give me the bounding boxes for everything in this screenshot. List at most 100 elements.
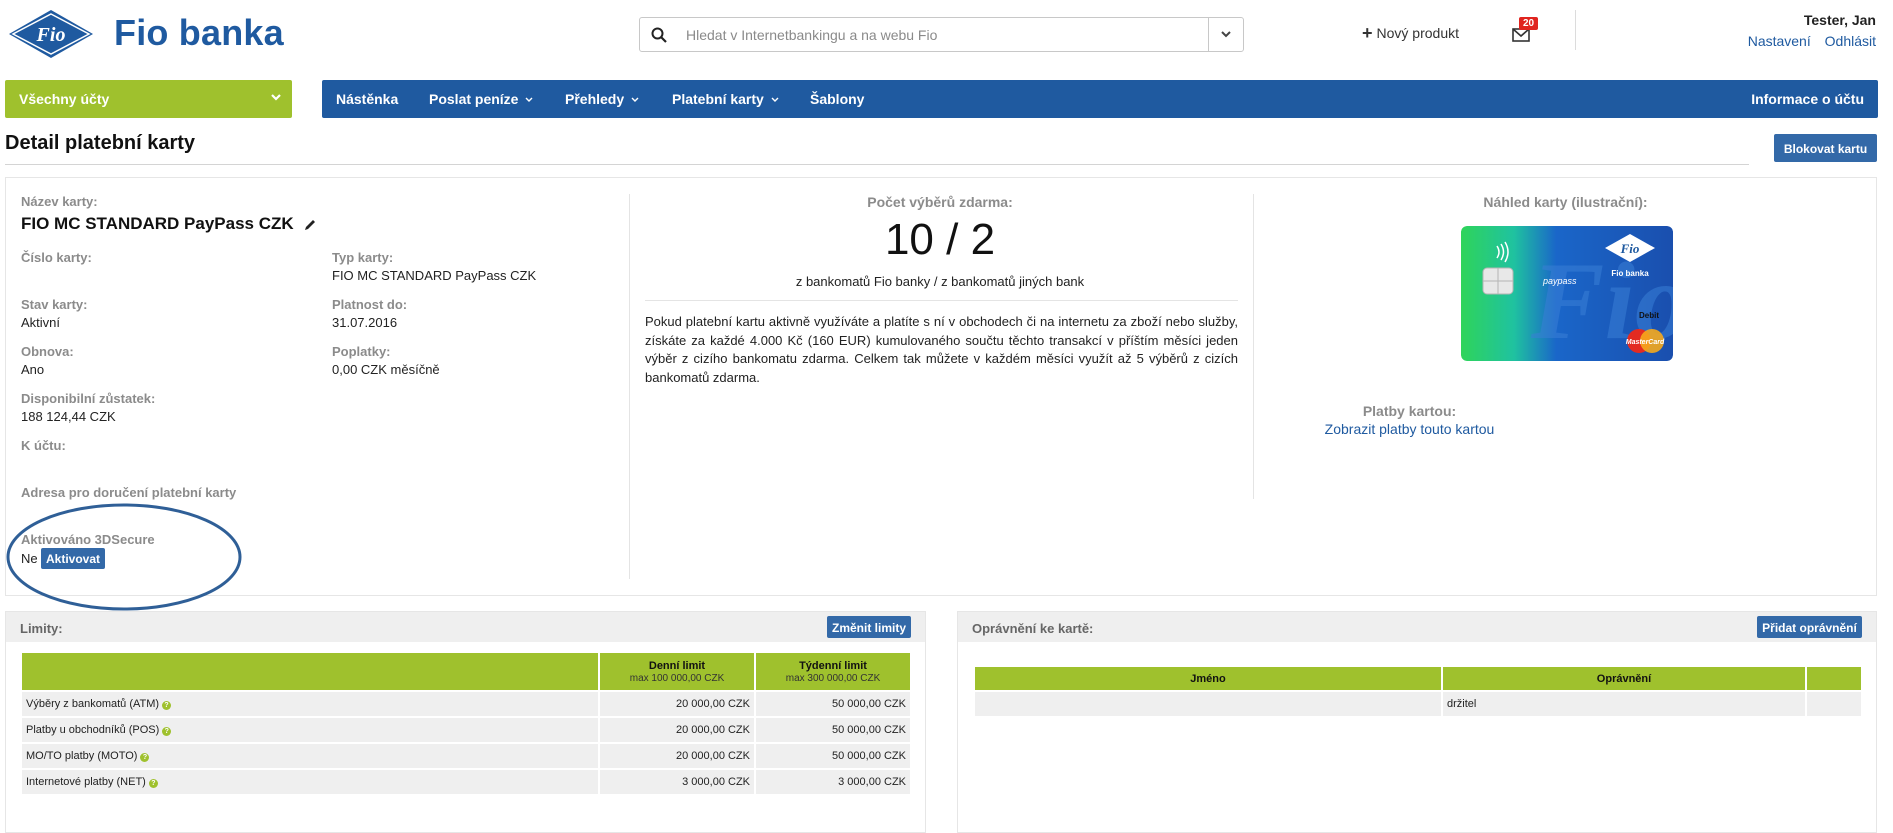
permissions-title: Oprávnění ke kartě: <box>972 621 1094 636</box>
highlight-oval <box>6 503 242 611</box>
search-box[interactable] <box>639 17 1244 52</box>
daily-limit-header: Denní limit max 100 000,00 CZK <box>600 653 754 690</box>
accounts-selector[interactable]: Všechny účty <box>5 80 292 118</box>
balance-label: Disponibilní zůstatek: <box>21 391 156 406</box>
weekly-limit-value: 50 000,00 CZK <box>756 692 910 716</box>
card-preview-image: Fio Fio Fio banka paypass Debit MasterCa… <box>1461 226 1673 361</box>
free-withdrawals-sub: z bankomatů Fio banky / z bankomatů jiný… <box>795 274 1085 289</box>
column-divider <box>1253 194 1254 499</box>
renewal-label: Obnova: <box>21 344 74 359</box>
permission-name-cell <box>975 692 1441 716</box>
fio-logo[interactable]: Fio <box>5 8 97 60</box>
table-header-empty <box>22 653 598 690</box>
new-product-label: Nový produkt <box>1376 25 1459 41</box>
help-icon[interactable]: ? <box>148 779 158 788</box>
change-limits-button[interactable]: Změnit limity <box>827 616 911 638</box>
weekly-limit-value: 3 000,00 CZK <box>756 770 910 794</box>
accounts-selector-label: Všechny účty <box>19 91 110 107</box>
settings-link[interactable]: Nastavení <box>1748 33 1811 49</box>
permissions-box: Oprávnění ke kartě: <box>957 611 1877 833</box>
delivery-address-label: Adresa pro doručení platební karty <box>21 485 237 500</box>
nav-item-account-info[interactable]: Informace o účtu <box>1751 91 1864 107</box>
fees-value: 0,00 CZK měsíčně <box>332 362 440 377</box>
card-name-label: Název karty: <box>21 194 98 209</box>
notification-badge: 20 <box>1519 17 1539 30</box>
page-title: Detail platební karty <box>5 132 196 154</box>
svg-text:Fio: Fio <box>1620 241 1640 256</box>
card-state-label: Stav karty: <box>21 297 88 312</box>
daily-limit-value: 20 000,00 CZK <box>600 692 754 716</box>
table-row: Výběry z bankomatů (ATM)? 20 000,00 CZK … <box>22 692 910 716</box>
logo-text: Fio <box>36 24 66 46</box>
daily-limit-value: 3 000,00 CZK <box>600 770 754 794</box>
card-type-label: Typ karty: <box>332 250 394 265</box>
plus-icon: + <box>1362 23 1373 43</box>
permissions-header <box>958 612 1876 642</box>
envelope-icon <box>1512 28 1530 42</box>
nav-item-label: Poslat peníze <box>429 91 519 107</box>
limits-title: Limity: <box>20 621 63 636</box>
nav-item-overviews[interactable]: Přehledy <box>565 91 639 107</box>
renewal-value: Ano <box>21 362 45 377</box>
table-row: Internetové platby (NET)? 3 000,00 CZK 3… <box>22 770 910 794</box>
nav-item-label: Informace o účtu <box>1751 91 1864 107</box>
card-payments-link[interactable]: Zobrazit platby touto kartou <box>1254 421 1565 437</box>
withdrawals-description: Pokud platební kartu aktivně využíváte a… <box>645 314 1238 385</box>
permission-role-cell: držitel <box>1443 692 1805 716</box>
weekly-limit-value: 50 000,00 CZK <box>756 718 910 742</box>
nav-item-label: Nástěnka <box>336 91 399 107</box>
block-card-button[interactable]: Blokovat kartu <box>1774 134 1877 162</box>
title-divider <box>5 164 1749 165</box>
edit-pencil-icon[interactable] <box>304 218 317 231</box>
card-type-value: FIO MC STANDARD PayPass CZK <box>332 268 537 283</box>
nav-item-dashboard[interactable]: Nástěnka <box>336 91 398 107</box>
search-icon <box>651 27 667 43</box>
nav-item-label: Šablony <box>810 91 865 107</box>
card-name-value: FIO MC STANDARD PayPass CZK <box>21 214 294 233</box>
nav-item-label: Platební karty <box>672 91 764 107</box>
permission-column-header: Oprávnění <box>1443 667 1805 690</box>
user-links: Nastavení Odhlásit <box>1738 33 1876 49</box>
limits-header <box>6 612 925 642</box>
nav-item-payment-cards[interactable]: Platební karty <box>672 91 779 107</box>
help-icon[interactable]: ? <box>140 753 150 762</box>
new-product-link[interactable]: + Nový produkt <box>1362 23 1459 43</box>
name-column-header: Jméno <box>975 667 1441 690</box>
help-icon[interactable]: ? <box>162 727 172 736</box>
fees-label: Poplatky: <box>332 344 391 359</box>
table-row: držitel <box>975 692 1861 716</box>
table-header-row: Denní limit max 100 000,00 CZK Týdenní l… <box>22 653 910 690</box>
table-row: MO/TO platby (MOTO)? 20 000,00 CZK 50 00… <box>22 744 910 768</box>
limits-table: Denní limit max 100 000,00 CZK Týdenní l… <box>20 651 912 796</box>
nav-item-send-money[interactable]: Poslat peníze <box>429 91 533 107</box>
messages-button[interactable]: 20 <box>1512 17 1539 42</box>
add-permission-button[interactable]: Přidat oprávnění <box>1757 616 1862 638</box>
weekly-limit-value: 50 000,00 CZK <box>756 744 910 768</box>
table-row: Platby u obchodníků (POS)? 20 000,00 CZK… <box>22 718 910 742</box>
chevron-down-icon <box>1221 31 1231 38</box>
user-name: Tester, Jan <box>1803 12 1876 28</box>
card-name: FIO MC STANDARD PayPass CZK <box>21 214 317 234</box>
linked-account-label: K účtu: <box>21 438 66 453</box>
help-icon[interactable]: ? <box>162 701 172 710</box>
chevron-down-icon <box>525 97 533 102</box>
chevron-down-icon <box>631 97 639 102</box>
card-number-label: Číslo karty: <box>21 250 92 265</box>
card-payments-label: Platby kartou: <box>1362 403 1457 419</box>
limit-row-label: MO/TO platby (MOTO) <box>26 750 138 762</box>
search-input[interactable] <box>686 24 1186 46</box>
svg-text:Debit: Debit <box>1639 311 1659 320</box>
actions-column-header <box>1807 667 1861 690</box>
logout-link[interactable]: Odhlásit <box>1825 33 1876 49</box>
table-header-row: Jméno Oprávnění <box>975 667 1861 690</box>
main-navigation: Nástěnka Poslat peníze Přehledy Platební… <box>322 80 1878 118</box>
section-divider <box>645 300 1238 301</box>
valid-until-label: Platnost do: <box>332 297 408 312</box>
nav-item-templates[interactable]: Šablony <box>810 91 864 107</box>
search-dropdown-button[interactable] <box>1208 18 1243 51</box>
limit-row-label: Platby u obchodníků (POS) <box>26 724 160 736</box>
column-divider <box>629 194 630 579</box>
header-divider <box>1575 10 1576 50</box>
daily-limit-value: 20 000,00 CZK <box>600 718 754 742</box>
card-state-value: Aktivní <box>21 315 61 330</box>
